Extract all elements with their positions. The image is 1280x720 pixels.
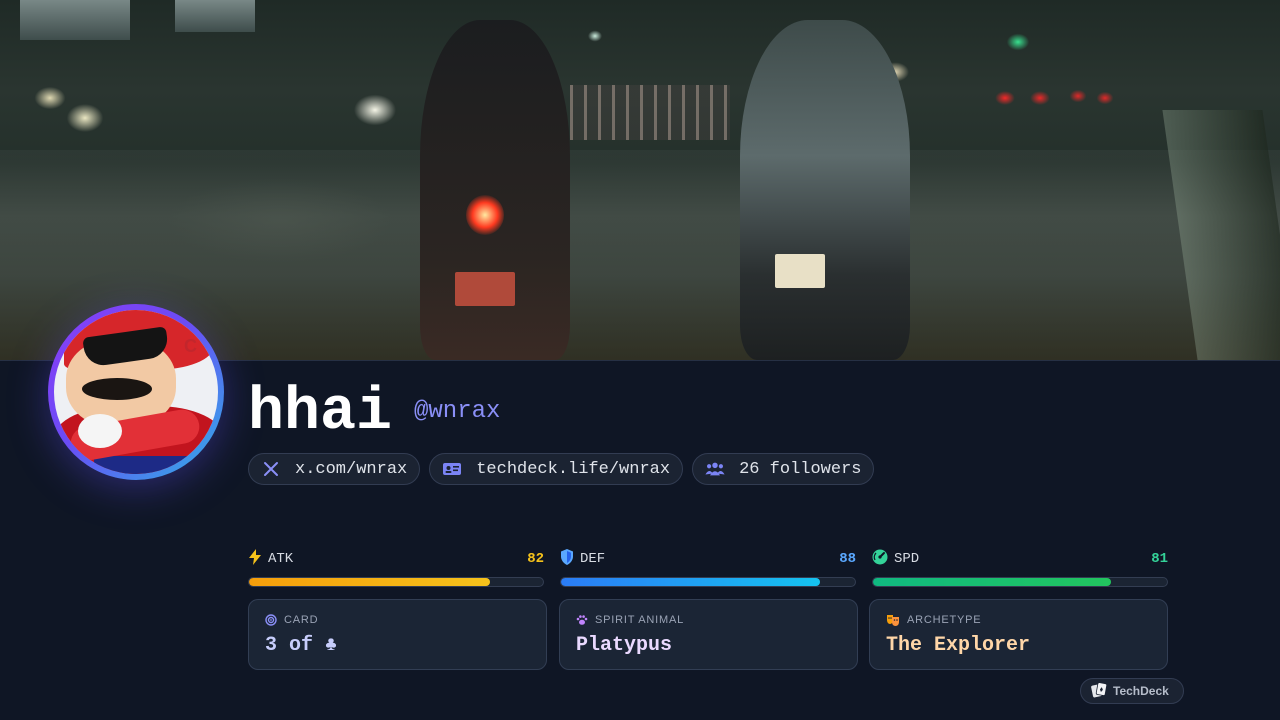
brand-name: TechDeck <box>1113 684 1169 698</box>
avatar[interactable]: C <box>54 310 218 474</box>
stat-spd-bar <box>872 577 1168 587</box>
banner-shop-sign <box>20 0 130 40</box>
stat-atk-value: 82 <box>527 551 544 567</box>
avatar-mustache <box>82 378 152 400</box>
banner-shop-sign <box>175 0 255 32</box>
card-suit-card: CARD 3 of ♣ <box>248 599 547 670</box>
spirit-animal-value: Platypus <box>576 634 673 657</box>
card-caption: CARD <box>284 614 319 626</box>
x-logo-icon <box>261 459 281 479</box>
spirit-animal-card: SPIRIT ANIMAL Platypus <box>559 599 858 670</box>
archetype-value: The Explorer <box>886 634 1031 657</box>
stat-spd: SPD 81 <box>872 549 1168 587</box>
banner-license-plate <box>775 254 825 288</box>
stat-def-bar <box>560 577 856 587</box>
stat-spd-value: 81 <box>1151 551 1168 567</box>
avatar-pants <box>94 456 204 474</box>
display-name: hhai <box>248 379 393 447</box>
stat-atk-bar <box>248 577 544 587</box>
x-profile-link[interactable]: x.com/wnrax <box>248 453 421 485</box>
stat-def: DEF 88 <box>560 549 856 587</box>
stat-def-bar-fill <box>561 578 820 586</box>
banner-taillight <box>466 195 504 235</box>
cards-icon <box>1091 681 1108 701</box>
speed-icon <box>872 549 888 569</box>
target-icon <box>265 611 277 630</box>
paw-icon <box>576 611 588 630</box>
banner-railing <box>570 85 730 140</box>
banner-license-plate <box>455 272 515 306</box>
users-icon <box>705 459 725 479</box>
archetype-card: ARCHETYPE The Explorer <box>869 599 1168 670</box>
stat-spd-label: SPD <box>894 551 920 567</box>
avatar-glove <box>78 414 122 448</box>
techdeck-profile-link[interactable]: techdeck.life/wnrax <box>429 453 684 485</box>
followers-link[interactable]: 26 followers <box>692 453 875 485</box>
followers-count: 26 followers <box>739 459 862 479</box>
stat-def-value: 88 <box>839 551 856 567</box>
cover-banner <box>0 0 1280 360</box>
lightning-icon <box>248 549 262 569</box>
techdeck-badge[interactable]: TechDeck <box>1080 678 1184 704</box>
stat-atk-bar-fill <box>249 578 491 586</box>
archetype-caption: ARCHETYPE <box>907 614 982 626</box>
profile-links: x.com/wnrax techdeck.life/wnrax 26 follo… <box>248 453 875 485</box>
theater-masks-icon <box>886 611 900 630</box>
shield-icon <box>560 549 574 569</box>
user-handle[interactable]: @wnrax <box>414 398 500 425</box>
id-card-icon <box>442 459 462 479</box>
stat-def-label: DEF <box>580 551 606 567</box>
avatar-corner-mark: C <box>184 336 197 356</box>
stat-atk: ATK 82 <box>248 549 544 587</box>
stat-spd-bar-fill <box>873 578 1112 586</box>
stat-atk-label: ATK <box>268 551 294 567</box>
x-profile-link-label: x.com/wnrax <box>295 459 408 479</box>
spirit-animal-caption: SPIRIT ANIMAL <box>595 614 685 626</box>
card-value: 3 of ♣ <box>265 634 338 657</box>
banner-rider <box>420 20 570 360</box>
techdeck-profile-link-label: techdeck.life/wnrax <box>476 459 671 479</box>
banner-rider <box>740 20 910 360</box>
